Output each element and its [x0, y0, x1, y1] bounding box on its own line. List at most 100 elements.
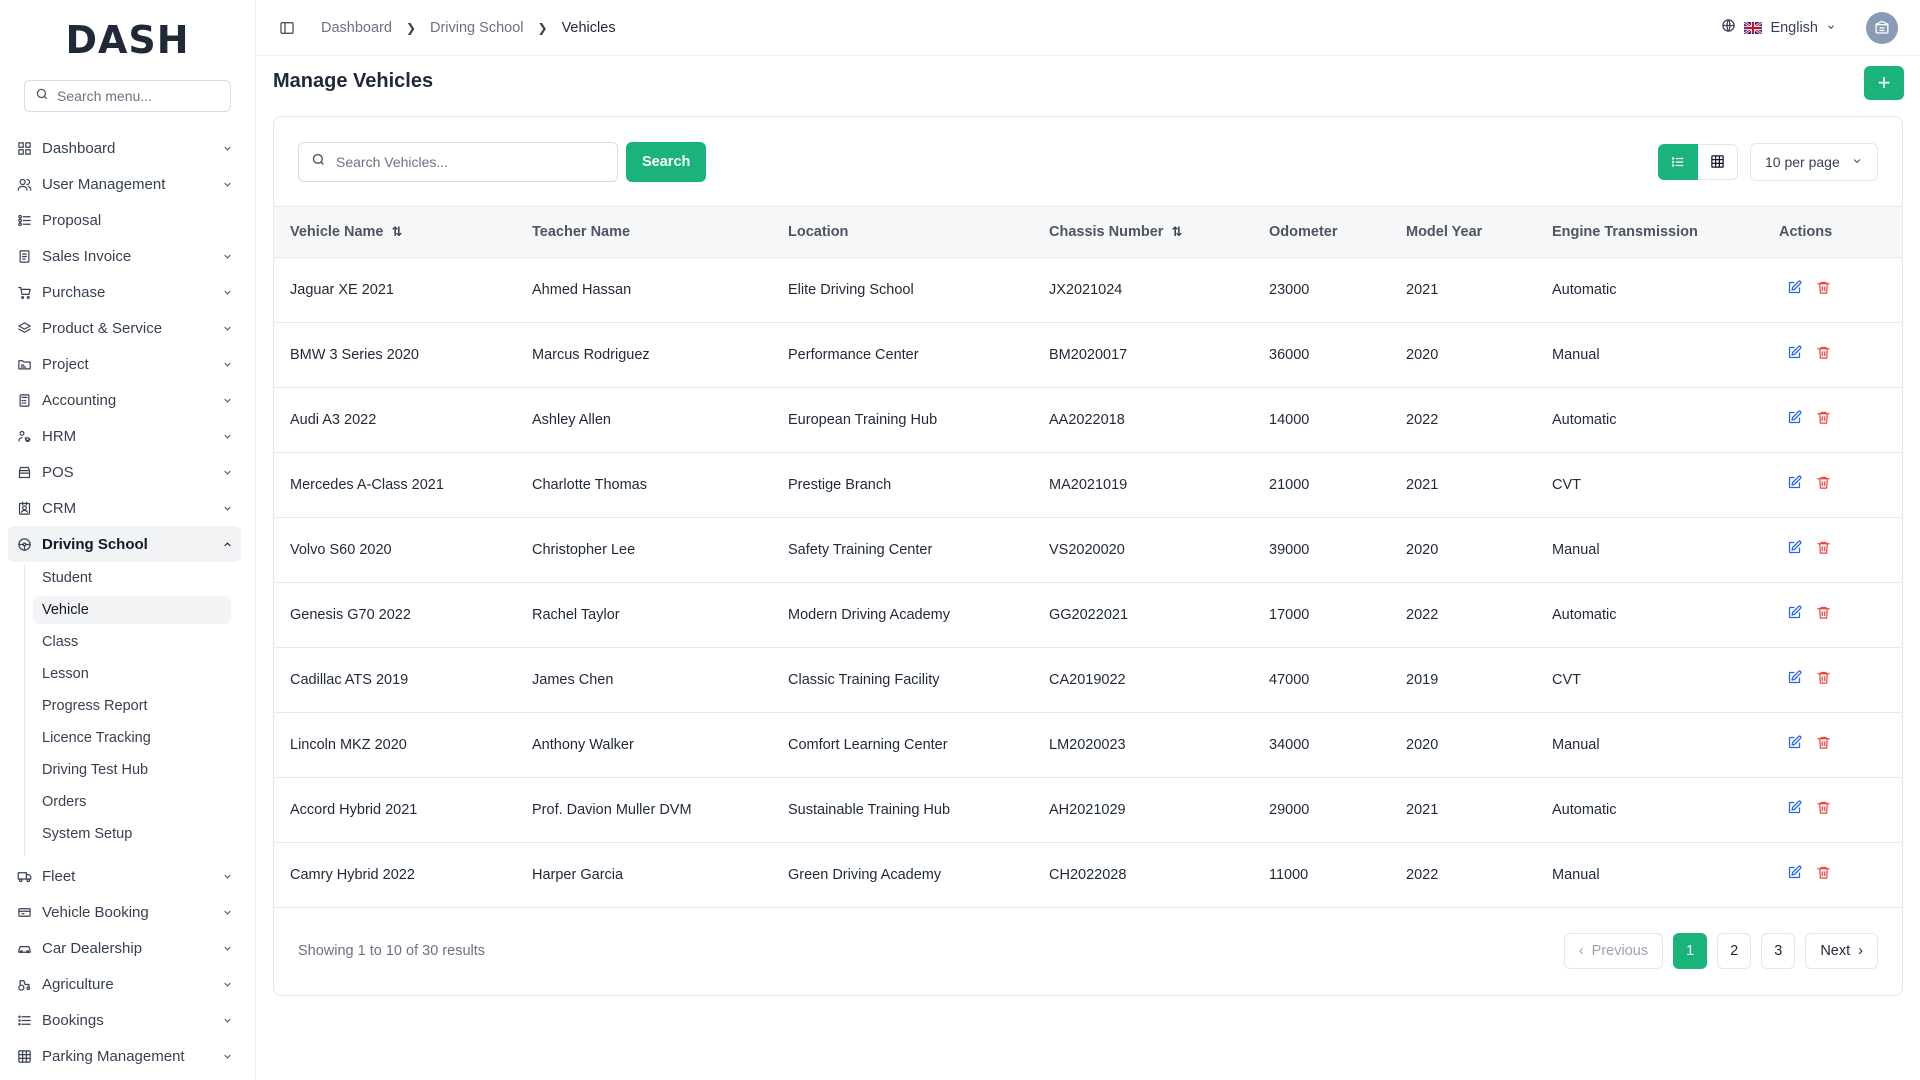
- submenu-item-system-setup[interactable]: System Setup: [33, 820, 231, 848]
- sidebar-item-accounting[interactable]: Accounting: [8, 382, 241, 418]
- sidebar-item-vehicle-booking[interactable]: Vehicle Booking: [8, 894, 241, 930]
- edit-icon[interactable]: [1787, 865, 1802, 880]
- cell-odometer: 29000: [1269, 801, 1310, 818]
- submenu-item-driving-test-hub[interactable]: Driving Test Hub: [33, 756, 231, 784]
- delete-icon[interactable]: [1816, 410, 1831, 425]
- col-vehicle-name[interactable]: Vehicle Name ⇅: [274, 207, 516, 257]
- cell-teacher-name: Harper Garcia: [532, 866, 624, 883]
- sidebar-item-parking-management[interactable]: Parking Management: [8, 1038, 241, 1074]
- list-view-button[interactable]: [1658, 143, 1698, 180]
- edit-icon[interactable]: [1787, 410, 1802, 425]
- grid-view-button[interactable]: [1698, 143, 1738, 180]
- delete-icon[interactable]: [1816, 280, 1831, 295]
- delete-icon[interactable]: [1816, 735, 1831, 750]
- sidebar-item-project[interactable]: Project: [8, 346, 241, 382]
- table-body: Jaguar XE 2021 Ahmed Hassan Elite Driving …: [274, 257, 1902, 907]
- sidebar-item-vehicle-inspection[interactable]: Vehicle Inspection: [8, 1074, 241, 1080]
- cell-location: Classic Training Facility: [788, 671, 940, 688]
- edit-icon[interactable]: [1787, 540, 1802, 555]
- col-engine-transmission: Engine Transmission: [1552, 223, 1698, 240]
- sidebar-item-fleet[interactable]: Fleet: [8, 858, 241, 894]
- calculator-icon: [17, 393, 32, 408]
- sidebar-item-label: Accounting: [42, 391, 117, 409]
- vehicle-search-input[interactable]: [336, 153, 605, 170]
- sidebar-item-dashboard[interactable]: Dashboard: [8, 130, 241, 166]
- sidebar-item-bookings[interactable]: Bookings: [8, 1002, 241, 1038]
- logo[interactable]: DASH: [0, 0, 255, 80]
- sidebar-item-car-dealership[interactable]: Car Dealership: [8, 930, 241, 966]
- view-toggle: [1658, 143, 1738, 180]
- delete-icon[interactable]: [1816, 605, 1831, 620]
- edit-icon[interactable]: [1787, 345, 1802, 360]
- delete-icon[interactable]: [1816, 475, 1831, 490]
- cell-model-year: 2020: [1406, 541, 1439, 558]
- cell-vehicle-name: Camry Hybrid 2022: [290, 866, 415, 883]
- list-icon: [1671, 156, 1684, 167]
- cell-odometer: 17000: [1269, 606, 1310, 623]
- page-2-button[interactable]: 2: [1717, 932, 1752, 969]
- sidebar-item-proposal[interactable]: Proposal: [8, 202, 241, 238]
- sidebar-item-user-management[interactable]: User Management: [8, 166, 241, 202]
- page-title: Manage Vehicles: [273, 70, 434, 92]
- add-vehicle-button[interactable]: +: [1864, 66, 1904, 100]
- submenu-item-student[interactable]: Student: [33, 564, 231, 592]
- sidebar-item-label: User Management: [42, 175, 166, 193]
- edit-icon[interactable]: [1787, 735, 1802, 750]
- cell-model-year: 2019: [1406, 671, 1439, 688]
- submenu-item-licence-tracking[interactable]: Licence Tracking: [33, 724, 231, 752]
- next-page-button[interactable]: Next ›: [1805, 932, 1878, 969]
- chevron-right-icon: ›: [1858, 942, 1863, 959]
- sidebar-item-agriculture[interactable]: Agriculture: [8, 966, 241, 1002]
- sidebar-search[interactable]: [24, 80, 231, 112]
- delete-icon[interactable]: [1816, 670, 1831, 685]
- page-1-button[interactable]: 1: [1673, 932, 1708, 969]
- delete-icon[interactable]: [1816, 540, 1831, 555]
- breadcrumb-driving-school[interactable]: Driving School: [430, 20, 524, 36]
- sidebar-item-label: Product & Service: [42, 319, 163, 337]
- table-row: Mercedes A-Class 2021 Charlotte Thomas Pre…: [274, 452, 1902, 517]
- submenu-item-class[interactable]: Class: [33, 628, 231, 656]
- edit-icon[interactable]: [1787, 475, 1802, 490]
- page-3-button[interactable]: 3: [1761, 932, 1796, 969]
- avatar[interactable]: [1866, 11, 1898, 44]
- sidebar-item-crm[interactable]: CRM: [8, 490, 241, 526]
- edit-icon[interactable]: [1787, 280, 1802, 295]
- sidebar-item-hrm[interactable]: HRM: [8, 418, 241, 454]
- sidebar-search-input[interactable]: [57, 88, 220, 104]
- sidebar-item-purchase[interactable]: Purchase: [8, 274, 241, 310]
- submenu-item-progress-report[interactable]: Progress Report: [33, 692, 231, 720]
- cell-location: Safety Training Center: [788, 541, 933, 558]
- submenu-item-vehicle[interactable]: Vehicle: [33, 596, 231, 624]
- delete-icon[interactable]: [1816, 800, 1831, 815]
- delete-icon[interactable]: [1816, 865, 1831, 880]
- sort-icon[interactable]: ⇅: [1171, 224, 1182, 239]
- cell-vehicle-name: BMW 3 Series 2020: [290, 346, 419, 363]
- language-selector[interactable]: English: [1721, 18, 1836, 37]
- vehicle-search-box[interactable]: [298, 141, 618, 182]
- sort-icon[interactable]: ⇅: [392, 224, 403, 239]
- edit-icon[interactable]: [1787, 605, 1802, 620]
- col-chassis-number[interactable]: Chassis Number ⇅: [1033, 207, 1253, 257]
- proposal-icon: [17, 213, 32, 228]
- cell-engine-transmission: CVT: [1552, 476, 1581, 493]
- sidebar-item-sales-invoice[interactable]: Sales Invoice: [8, 238, 241, 274]
- plus-icon: +: [1877, 70, 1891, 95]
- chevron-down-icon: [213, 943, 241, 954]
- edit-icon[interactable]: [1787, 800, 1802, 815]
- sidebar-item-driving-school[interactable]: Driving School: [8, 526, 241, 562]
- breadcrumb-dashboard[interactable]: Dashboard: [321, 20, 392, 36]
- per-page-select[interactable]: 10 per page: [1750, 142, 1878, 181]
- cell-location: Modern Driving Academy: [788, 606, 950, 623]
- search-button[interactable]: Search: [626, 141, 707, 182]
- sidebar-toggle-icon[interactable]: [275, 16, 299, 40]
- sidebar-item-pos[interactable]: POS: [8, 454, 241, 490]
- sidebar-item-product-and-service[interactable]: Product & Service: [8, 310, 241, 346]
- edit-icon[interactable]: [1787, 670, 1802, 685]
- submenu-item-lesson[interactable]: Lesson: [33, 660, 231, 688]
- cell-actions: [1763, 452, 1902, 517]
- cell-model-year: 2021: [1406, 281, 1439, 298]
- submenu-item-orders[interactable]: Orders: [33, 788, 231, 816]
- previous-page-button[interactable]: ‹ Previous: [1563, 932, 1664, 969]
- delete-icon[interactable]: [1816, 345, 1831, 360]
- cell-odometer: 39000: [1269, 541, 1310, 558]
